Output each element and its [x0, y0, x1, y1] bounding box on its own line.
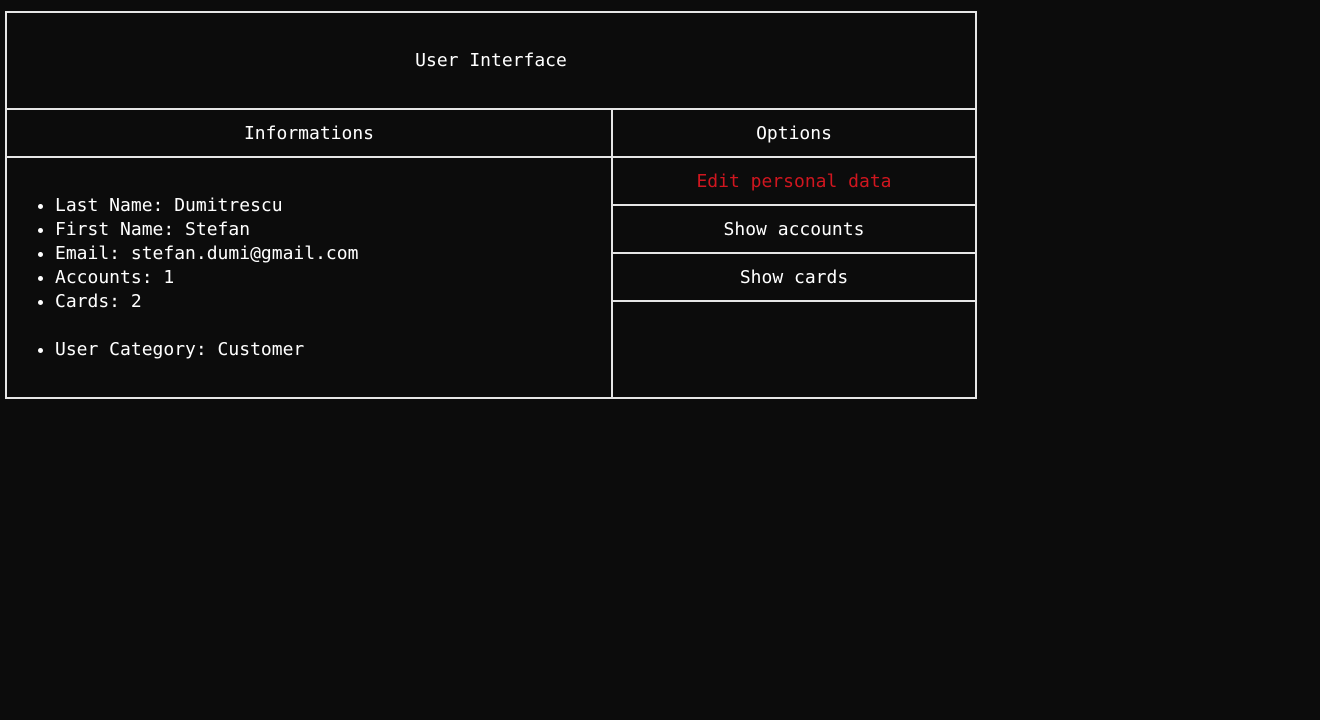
options-header: Options — [613, 110, 975, 158]
options-header-label: Options — [756, 122, 832, 144]
user-category-list: User Category: Customer — [7, 338, 611, 362]
informations-column: Informations Last Name: Dumitrescu First… — [7, 110, 613, 397]
edit-personal-data-link[interactable]: Edit personal data — [613, 158, 975, 206]
user-interface-table: User Interface Informations Last Name: D… — [5, 11, 977, 399]
informations-header-label: Informations — [243, 122, 375, 144]
info-user-category: User Category: Customer — [55, 338, 611, 362]
info-email: Email: stefan.dumi@gmail.com — [55, 242, 611, 266]
user-info-list: Last Name: Dumitrescu First Name: Stefan… — [7, 194, 611, 314]
informations-header: Informations — [7, 110, 611, 158]
info-last-name: Last Name: Dumitrescu — [55, 194, 611, 218]
info-accounts: Accounts: 1 — [55, 266, 611, 290]
show-cards-link[interactable]: Show cards — [613, 254, 975, 302]
show-accounts-link[interactable]: Show accounts — [613, 206, 975, 254]
options-column: Options Edit personal data Show accounts… — [613, 110, 975, 397]
info-cards: Cards: 2 — [55, 290, 611, 314]
page-title: User Interface — [415, 50, 567, 71]
info-first-name: First Name: Stefan — [55, 218, 611, 242]
page-title-cell: User Interface — [7, 13, 975, 110]
